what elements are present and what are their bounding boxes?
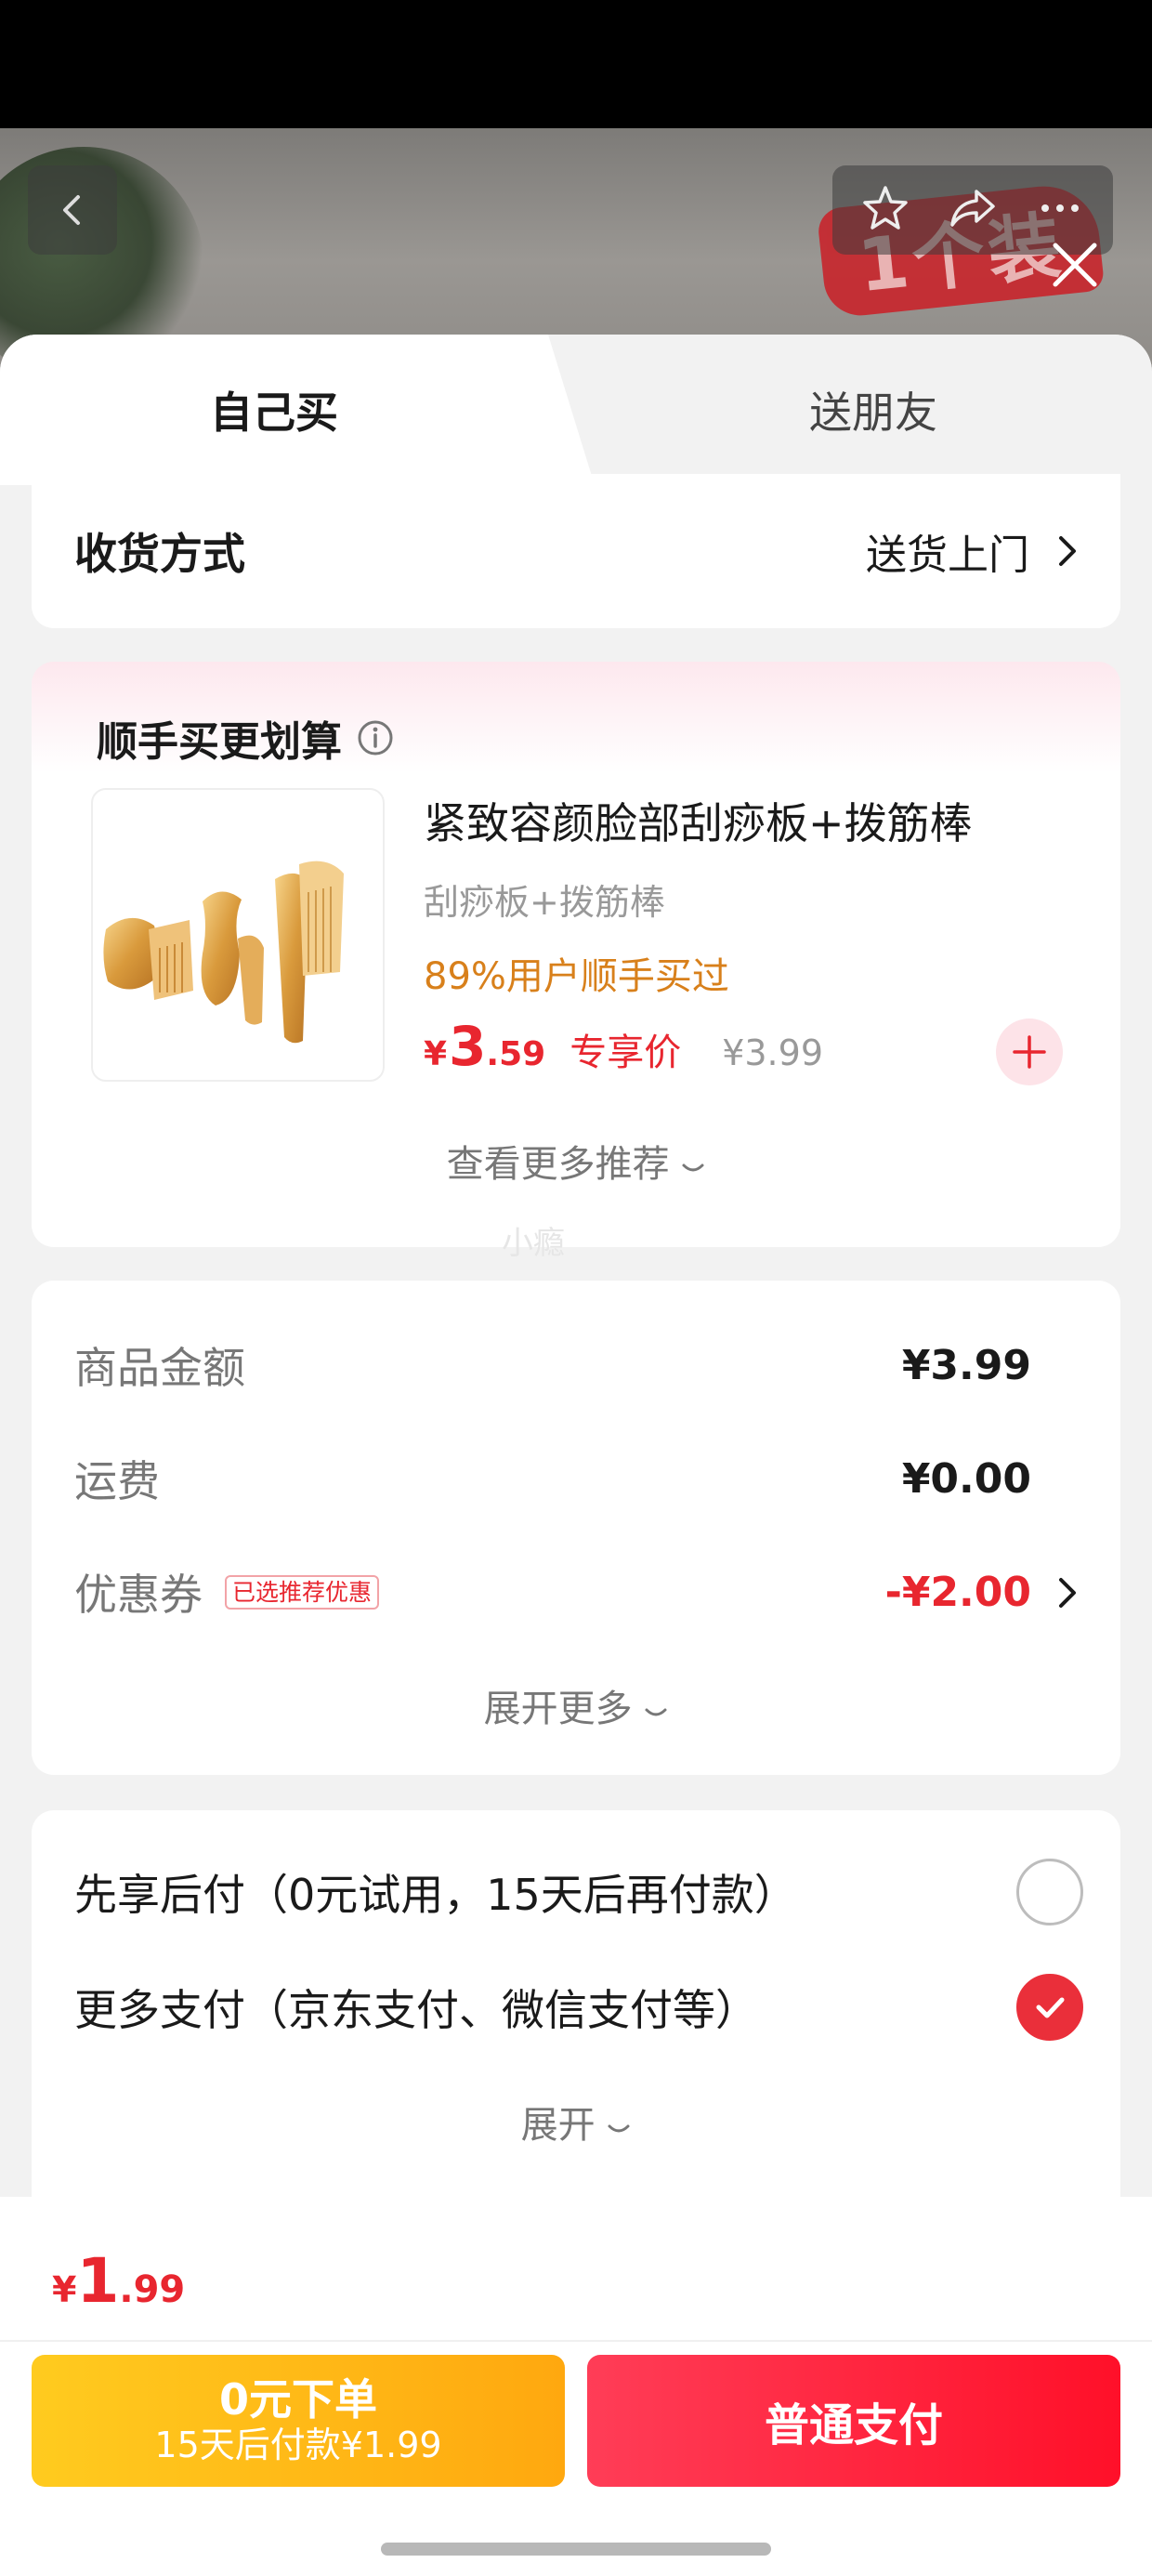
tab-buy-for-self[interactable]: 自己买 [0, 335, 595, 485]
chevron-right-icon [1059, 536, 1076, 566]
price-decimal: .59 [486, 1035, 546, 1073]
coupon-selected-badge: 已选推荐优惠 [225, 1574, 380, 1610]
more-payment-radio[interactable] [1016, 1974, 1083, 2041]
order-summary-card: 商品金额 ¥3.99 运费 ¥0.00 优惠券 已选推荐优惠 -¥2.00 展开… [32, 1281, 1120, 1775]
star-icon [863, 186, 908, 230]
coupon-value: -¥2.00 [884, 1568, 1031, 1616]
pay-later-option[interactable]: 先享后付（0元试用，15天后再付款） [74, 1859, 1083, 1925]
share-button[interactable] [947, 182, 999, 238]
payment-method-card: 先享后付（0元试用，15天后再付款） 更多支付（京东支付、微信支付等） 展开 [32, 1810, 1120, 2201]
exclusive-price-tag: 专享价 [569, 1032, 682, 1074]
close-icon [1053, 243, 1097, 287]
price-symbol: ¥ [424, 1035, 448, 1073]
zero-yuan-order-button[interactable]: 0元下单 15天后付款¥1.99 [32, 2355, 565, 2487]
delivery-value-group: 送货上门 [866, 521, 1078, 581]
gua-sha-tools-image [103, 861, 344, 1044]
shipping-label: 运费 [74, 1456, 160, 1506]
addon-price-row: ¥ 3 .59 专享价 ¥3.99 [424, 1015, 823, 1078]
expand-payment-button[interactable]: 展开 [32, 2095, 1120, 2149]
tab-bar: 自己买 送朋友 [0, 335, 1152, 485]
more-payment-label: 更多支付（京东支付、微信支付等） [74, 1985, 758, 2035]
checkmark-icon [1036, 1997, 1065, 2018]
addon-product-name[interactable]: 紧致容颜脸部刮痧板+拨筋棒 [424, 790, 973, 851]
view-more-label: 查看更多推荐 [446, 1143, 670, 1186]
original-price: ¥3.99 [722, 1032, 823, 1073]
total-price: ¥ 1 .99 [52, 2245, 185, 2317]
plus-icon [1013, 1035, 1046, 1069]
total-symbol: ¥ [52, 2269, 77, 2310]
expand-more-button[interactable]: 展开更多 [32, 1678, 1120, 1732]
pay-later-radio[interactable] [1016, 1859, 1083, 1925]
total-decimal: .99 [119, 2268, 186, 2311]
close-button[interactable] [1042, 232, 1107, 297]
addon-title: 顺手买更划算 [97, 718, 342, 766]
shipping-row: 运费 ¥0.00 [74, 1448, 1031, 1509]
status-bar [0, 0, 1152, 128]
chevron-right-icon [1059, 1578, 1076, 1608]
footer-divider [0, 2340, 1152, 2342]
more-button[interactable] [1034, 182, 1086, 238]
add-to-order-button[interactable] [996, 1019, 1063, 1085]
goods-amount-value: ¥3.99 [901, 1341, 1031, 1389]
expand-payment-label: 展开 [520, 2104, 596, 2147]
chevron-left-icon [63, 195, 80, 225]
pay-later-label: 先享后付（0元试用，15天后再付款） [74, 1870, 797, 1920]
delivery-value: 送货上门 [866, 532, 1029, 579]
tab-gift-to-friend[interactable]: 送朋友 [595, 335, 1152, 485]
zero-order-subtitle: 15天后付款¥1.99 [154, 2424, 442, 2465]
price-integer: 3 [449, 1015, 487, 1078]
checkout-footer: ¥ 1 .99 0元下单 15天后付款¥1.99 普通支付 [0, 2197, 1152, 2576]
home-indicator[interactable] [381, 2543, 771, 2556]
chevron-down-icon [608, 2124, 630, 2133]
delivery-method-row[interactable]: 收货方式 送货上门 [32, 474, 1120, 628]
back-button[interactable] [28, 165, 117, 255]
addon-purchase-stat: 89%用户顺手买过 [424, 955, 729, 998]
chevron-down-icon [682, 1163, 704, 1172]
normal-pay-button[interactable]: 普通支付 [587, 2355, 1120, 2487]
zero-order-title: 0元下单 [218, 2373, 377, 2425]
favorite-button[interactable] [859, 182, 911, 238]
coupon-label-group: 优惠券 已选推荐优惠 [74, 1561, 380, 1623]
coupon-label: 优惠券 [74, 1570, 203, 1620]
shipping-value: ¥0.00 [901, 1454, 1031, 1503]
chevron-down-icon [645, 1708, 667, 1716]
info-icon[interactable] [357, 719, 394, 756]
addon-title-group: 顺手买更划算 [97, 708, 394, 768]
addon-product-subtitle: 刮痧板+拨筋棒 [424, 882, 665, 923]
watermark: 小瘾 [502, 1225, 565, 1262]
view-more-recommendations[interactable]: 查看更多推荐 [32, 1134, 1120, 1188]
delivery-label: 收货方式 [74, 529, 245, 579]
product-image[interactable] [91, 788, 385, 1082]
more-dots-icon [1041, 204, 1079, 212]
goods-amount-row: 商品金额 ¥3.99 [74, 1334, 1031, 1396]
expand-more-label: 展开更多 [483, 1688, 633, 1730]
total-integer: 1 [76, 2245, 120, 2317]
goods-amount-label: 商品金额 [74, 1343, 245, 1393]
coupon-row[interactable]: 优惠券 已选推荐优惠 -¥2.00 [74, 1561, 1031, 1623]
more-payment-option[interactable]: 更多支付（京东支付、微信支付等） [74, 1974, 1083, 2041]
share-icon [950, 190, 995, 227]
addon-recommend-card: 顺手买更划算 紧致容颜脸部刮痧板+拨筋棒 刮痧板+拨筋棒 89%用户顺手买过 ¥… [32, 662, 1120, 1247]
